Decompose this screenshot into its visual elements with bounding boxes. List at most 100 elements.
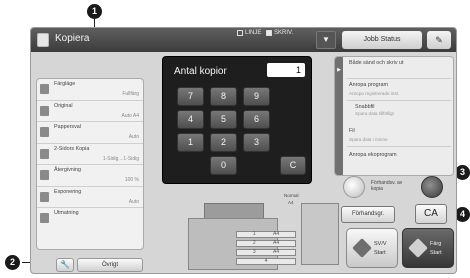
title-bar: Kopiera LINJE SKRIV. ▼ Jobb Status ✎ [31,28,456,52]
key-7[interactable]: 7 [177,87,204,106]
bw-preview-icon[interactable] [343,176,365,198]
setting-value: 1-Sidig→1-Sidig [102,155,139,162]
key-3[interactable]: 3 [243,133,270,152]
setting-output[interactable]: Utmatning [37,208,143,230]
key-1[interactable]: 1 [177,133,204,152]
setting-label: Färgläge [54,81,76,87]
setting-label: 2-Sidors Kopia [54,145,90,152]
panel-toggle-icon[interactable]: ▶ [335,57,343,175]
setting-label: Återgivning [54,167,81,173]
action-subtitle: Spara data i minne [349,137,388,142]
setting-label: Exponering [54,188,82,195]
key-6[interactable]: 6 [243,110,270,129]
callout-1: 1 [87,4,102,19]
setting-exposure[interactable]: Exponering Auto [37,187,143,208]
key-5[interactable]: 5 [210,110,237,129]
setting-value: Auto [128,134,139,140]
other-button[interactable]: Övrigt [77,258,143,272]
color-preview-icon[interactable] [421,176,443,198]
keypad-title: Antal kopior [174,66,227,77]
start-label: Start [374,250,386,256]
callout-2: 2 [5,255,20,270]
setting-label: Pappersval [54,124,81,130]
key-0[interactable]: 0 [210,156,237,175]
tray-number: 2 [252,240,256,246]
action-subtitle: Anropa registrerade inst. [349,91,400,96]
original-icon [40,105,49,116]
action-subtitle: Spara data tillfälligt [355,111,394,116]
setting-value: 100 % [124,177,139,183]
tray-size: A4 [273,240,280,246]
edit-icon[interactable]: ✎ [427,31,451,49]
setting-label: Utmatning [54,210,79,216]
action-eco-program[interactable]: Anropa ekoprogram [347,149,451,171]
copy-count-keypad: Antal kopior 1 7 8 9 4 5 6 1 2 3 0 C [162,56,312,184]
setting-value: Auto [128,198,139,205]
checkbox-linje[interactable]: LINJE [237,30,261,36]
key-clear[interactable]: C [280,156,306,175]
start-icon [408,238,428,258]
setting-label: Original [54,102,73,109]
action-title: Snabbfil [355,104,375,110]
key-9[interactable]: 9 [243,87,270,106]
paper-tray-4[interactable]: 4 [236,258,296,265]
bw-start-button[interactable]: SV/V Start [346,228,398,268]
wrench-icon[interactable]: 🔧 [56,258,74,272]
checkbox-skriv[interactable]: SKRIV. [266,30,293,36]
setting-color-mode[interactable]: Färgläge Fullfärg [37,79,143,101]
copy-app-icon [37,33,49,47]
tray-size: A4 [273,249,280,255]
callout-3: 3 [455,165,470,180]
paper-icon [40,127,49,137]
start-label: SV/V [374,241,387,247]
finisher-unit [301,203,339,265]
setting-paper[interactable]: Pappersval Auto [37,122,143,144]
output-icon [40,213,49,223]
key-2[interactable]: 2 [210,133,237,152]
setting-zoom[interactable]: Återgivning 100 % [37,165,143,187]
tray-number: 4 [264,258,268,264]
action-send-and-print[interactable]: Både sänd och skriv ut [347,57,451,79]
duplex-icon [40,148,49,159]
action-title: Anropa program [349,82,388,88]
setting-original[interactable]: Original Auto A4 [37,101,143,122]
action-quick-file[interactable]: Snabbfil Spara data tillfälligt [355,103,451,119]
zoom-icon [40,170,49,180]
action-call-program[interactable]: Anropa program Anropa registrerade inst. [347,79,451,101]
action-panel: ▶ Både sänd och skriv ut Anropa program … [334,56,454,176]
job-status-button[interactable]: Jobb Status [342,31,422,49]
preview-label: Förhandsv. av kopia [371,180,403,192]
settings-panel: Färgläge Fullfärg Original Auto A4 Pappe… [36,78,144,250]
checkbox-skriv-label: SKRIV. [274,30,294,36]
copy-count-field[interactable]: 1 [267,63,305,77]
color-start-button[interactable]: Färg Start [402,228,454,268]
normal-label: Normal [284,193,299,198]
key-8[interactable]: 8 [210,87,237,106]
dropdown-arrow-icon[interactable]: ▼ [316,31,336,49]
action-title: Fil [349,128,355,134]
action-title: Anropa ekoprogram [349,152,397,158]
setting-value: Fullfärg [122,91,139,97]
checkbox-linje-box [237,30,243,36]
scanner-unit [204,203,264,219]
action-title: Både sänd och skriv ut [349,60,404,66]
app-title: Kopiera [55,33,90,44]
preview-button[interactable]: Förhandsgr. [341,206,395,223]
output-size-label: A4 [288,200,294,205]
paper-tray-3[interactable]: 3 A4 [236,249,296,256]
exposure-icon [40,191,49,202]
start-label: Start [430,250,442,256]
start-label: Färg [430,241,442,247]
clear-all-button[interactable]: CA [415,204,447,224]
tray-number: 3 [252,249,256,255]
start-icon [352,238,372,258]
paper-tray-1[interactable]: 1 A4 [236,231,296,238]
setting-duplex[interactable]: 2-Sidors Kopia 1-Sidig→1-Sidig [37,144,143,165]
tray-number: 1 [252,231,256,237]
copy-screen: Kopiera LINJE SKRIV. ▼ Jobb Status ✎ Fär… [30,27,457,274]
action-file[interactable]: Fil Spara data i minne [347,125,451,147]
setting-value: Auto A4 [121,112,139,119]
key-4[interactable]: 4 [177,110,204,129]
machine-illustration: Normal A4 1 A4 2 A4 3 A4 4 [176,193,344,273]
paper-tray-2[interactable]: 2 A4 [236,240,296,247]
